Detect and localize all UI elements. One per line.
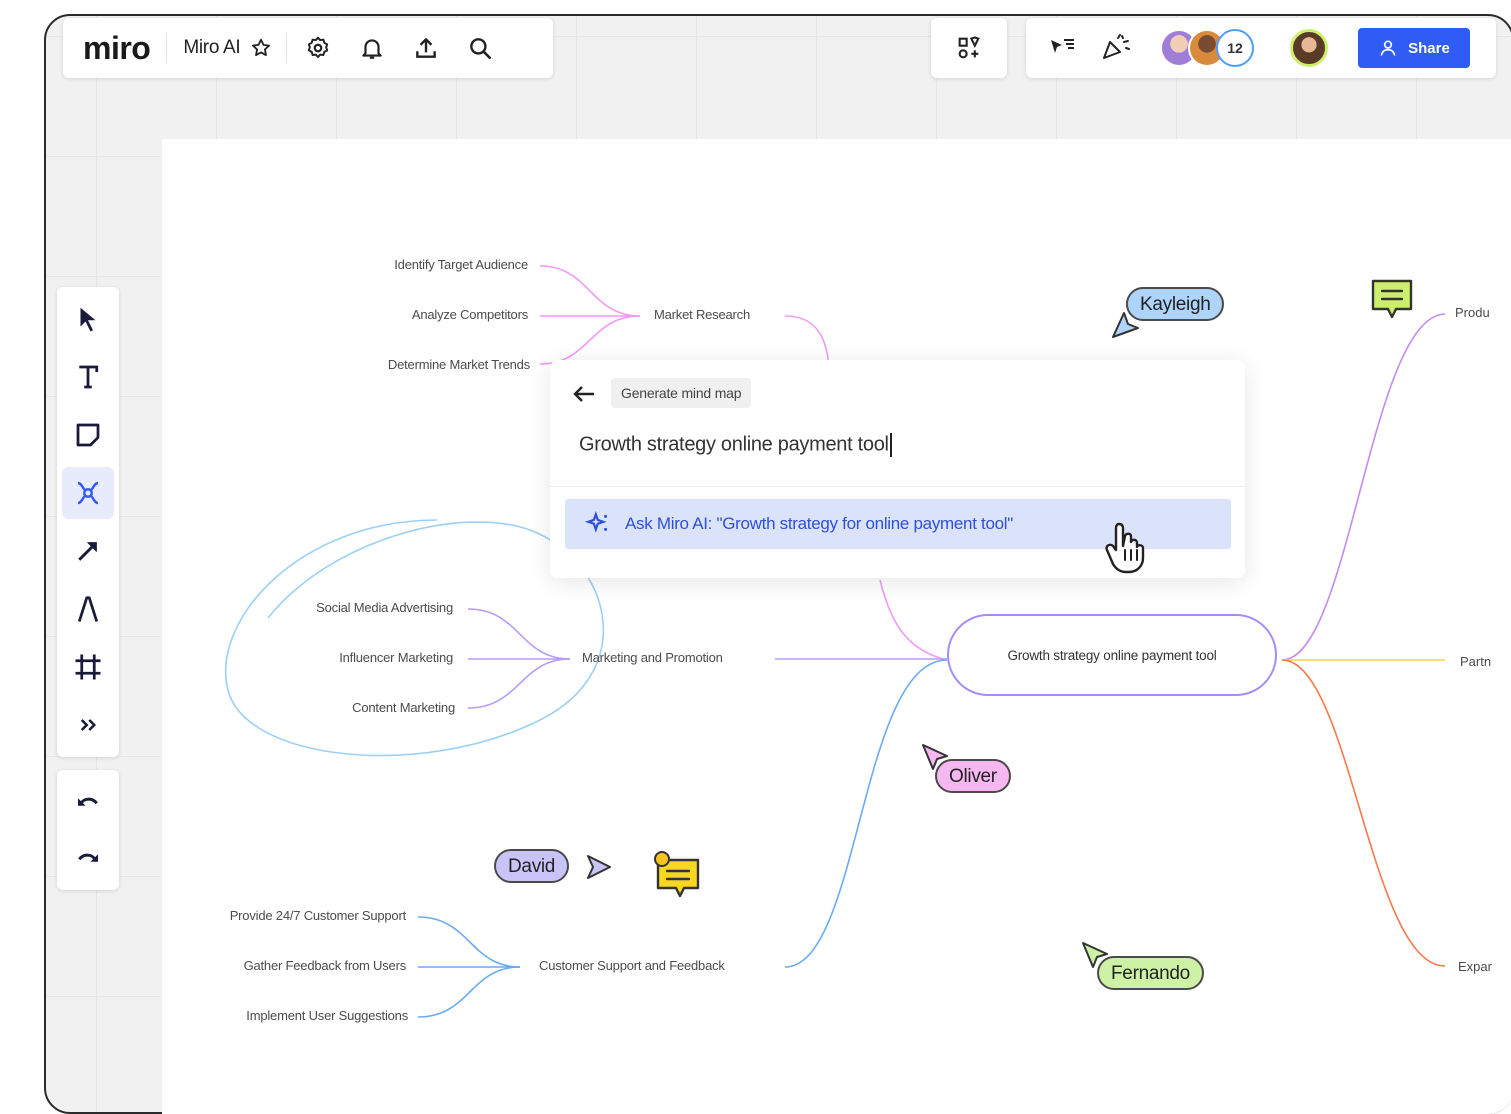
star-icon[interactable] — [250, 37, 272, 59]
cursor-label-david: David — [494, 849, 570, 883]
redo-button[interactable] — [62, 832, 114, 884]
node-partners-partial[interactable]: Partn — [1460, 654, 1500, 669]
ai-prompt-value: Growth strategy online payment tool — [579, 433, 889, 456]
text-tool[interactable] — [62, 351, 114, 403]
cursor-label-oliver: Oliver — [935, 759, 1011, 793]
node-influencer-marketing[interactable]: Influencer Marketing — [250, 650, 453, 665]
text-caret — [889, 433, 892, 457]
reactions-icon[interactable] — [1048, 34, 1078, 67]
hand-pointer-icon — [1105, 522, 1145, 574]
board-header: miro Miro AI — [63, 18, 553, 78]
node-marketing-and-promotion[interactable]: Marketing and Promotion — [582, 650, 723, 665]
right-branch-product — [1281, 313, 1446, 661]
apps-icon[interactable] — [955, 34, 983, 62]
node-identify-target-audience[interactable]: Identify Target Audience — [330, 257, 528, 272]
search-icon[interactable] — [463, 31, 497, 65]
chevron-double-right-icon — [80, 719, 97, 731]
back-arrow-icon[interactable] — [572, 384, 596, 404]
node-product-partial[interactable]: Produ — [1455, 305, 1500, 320]
sticky-note-tool[interactable] — [62, 409, 114, 461]
node-gather-feedback[interactable]: Gather Feedback from Users — [150, 958, 407, 973]
node-social-media-advertising[interactable]: Social Media Advertising — [250, 600, 453, 615]
popup-divider — [550, 486, 1245, 487]
board-name[interactable]: Miro AI — [183, 37, 240, 59]
cursor-icon — [80, 307, 96, 332]
select-tool[interactable] — [62, 293, 114, 345]
celebrate-icon[interactable] — [1100, 32, 1132, 67]
ai-prompt-input[interactable]: Growth strategy online payment tool — [579, 433, 892, 457]
suggestion-text: Ask Miro AI: "Growth strategy for online… — [625, 514, 1013, 533]
header-divider — [166, 33, 168, 63]
frame-tool[interactable] — [62, 641, 114, 693]
node-determine-market-trends[interactable]: Determine Market Trends — [330, 357, 530, 372]
undo-button[interactable] — [62, 776, 114, 828]
user-icon — [1380, 40, 1396, 56]
node-provide-support[interactable]: Provide 24/7 Customer Support — [150, 908, 406, 923]
miro-logo[interactable]: miro — [83, 30, 151, 67]
current-user-avatar[interactable] — [1290, 29, 1328, 67]
collaboration-panel: 12 Share — [1026, 18, 1496, 78]
more-tools[interactable] — [62, 699, 114, 751]
node-implement-suggestions[interactable]: Implement User Suggestions — [150, 1008, 408, 1023]
mind-map-root-node[interactable]: Growth strategy online payment tool — [947, 614, 1277, 696]
share-button[interactable]: Share — [1358, 28, 1470, 68]
pen-icon — [77, 596, 99, 622]
arrow-icon — [78, 542, 97, 561]
share-label: Share — [1408, 39, 1450, 57]
comment-icon[interactable] — [650, 850, 702, 898]
frame-icon — [75, 654, 101, 680]
mind-map-tool[interactable] — [62, 467, 114, 519]
sparkle-icon — [585, 511, 608, 533]
generate-mind-map-chip[interactable]: Generate mind map — [611, 378, 752, 408]
david-cursor-icon — [587, 855, 611, 879]
node-analyze-competitors[interactable]: Analyze Competitors — [330, 307, 528, 322]
apps-panel — [931, 18, 1007, 78]
text-icon — [79, 365, 99, 389]
pen-tool[interactable] — [62, 583, 114, 635]
collaborator-count-badge[interactable]: 12 — [1216, 29, 1254, 67]
bell-icon[interactable] — [355, 31, 389, 65]
right-branch-expansion — [1281, 659, 1446, 967]
lasso-annotation — [225, 519, 605, 757]
redo-icon — [78, 853, 98, 862]
comment-icon[interactable] — [1370, 278, 1414, 320]
settings-icon[interactable] — [301, 31, 335, 65]
creation-toolbar — [57, 287, 119, 757]
node-customer-support[interactable]: Customer Support and Feedback — [539, 958, 725, 973]
cursor-label-fernando: Fernando — [1097, 956, 1204, 990]
upload-icon[interactable] — [409, 31, 443, 65]
history-toolbar — [57, 770, 119, 890]
mind-map-icon — [77, 481, 99, 505]
node-expansion-partial[interactable]: Expar — [1458, 959, 1500, 974]
node-content-marketing[interactable]: Content Marketing — [250, 700, 455, 715]
node-market-research[interactable]: Market Research — [654, 307, 750, 322]
header-divider — [286, 33, 288, 63]
cursor-label-kayleigh: Kayleigh — [1126, 287, 1225, 321]
undo-icon — [78, 797, 98, 806]
sticky-note-icon — [76, 423, 100, 447]
arrow-tool[interactable] — [62, 525, 114, 577]
